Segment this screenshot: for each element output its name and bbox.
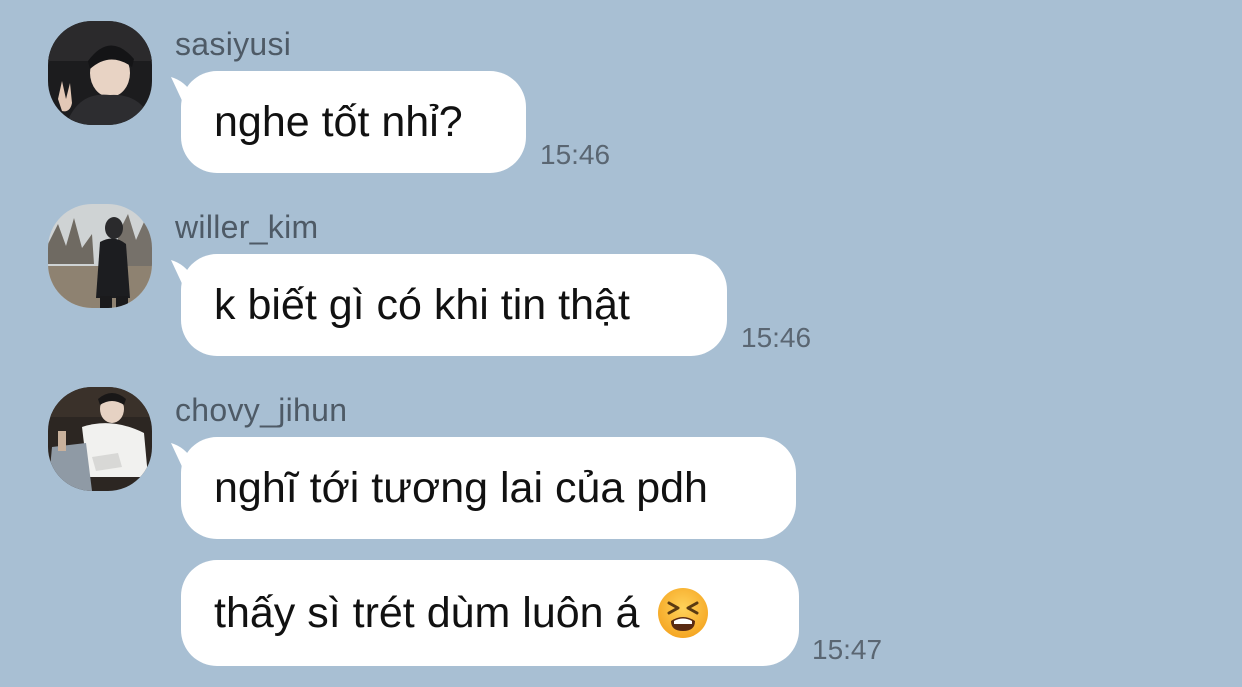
message-text: thấy sì trét dùm luôn á [214, 588, 640, 637]
bubble-tail-icon [171, 443, 205, 473]
username: chovy_jihun [175, 392, 348, 428]
avatar-chovy-jihun[interactable] [48, 387, 152, 491]
message-bubble[interactable]: nghe tốt nhỉ? [171, 71, 526, 173]
username: willer_kim [175, 209, 319, 245]
message-bubble[interactable]: thấy sì trét dùm luôn á [181, 560, 799, 666]
message-bubble[interactable]: nghĩ tới tương lai của pdh [171, 437, 796, 539]
message-timestamp: 15:46 [741, 322, 812, 353]
message-timestamp: 15:46 [540, 139, 611, 170]
message-bubble[interactable]: k biết gì có khi tin thật [171, 254, 727, 356]
person-outdoor-avatar-icon [48, 204, 152, 308]
message-timestamp: 15:47 [812, 634, 883, 665]
person-sitting-avatar-icon [48, 387, 152, 491]
username: sasiyusi [175, 26, 292, 62]
message-text: nghĩ tới tương lai của pdh [214, 463, 708, 512]
avatar-sasiyusi[interactable] [48, 21, 152, 125]
message-text: k biết gì có khi tin thật [214, 280, 630, 329]
bubble-tail-icon [171, 77, 205, 107]
tired-face-emoji-icon [658, 588, 709, 638]
person-selfie-avatar-icon [48, 21, 152, 125]
bubble-tail-icon [171, 260, 205, 290]
message-text: nghe tốt nhỉ? [214, 97, 463, 146]
avatar-willer-kim[interactable] [48, 204, 152, 308]
